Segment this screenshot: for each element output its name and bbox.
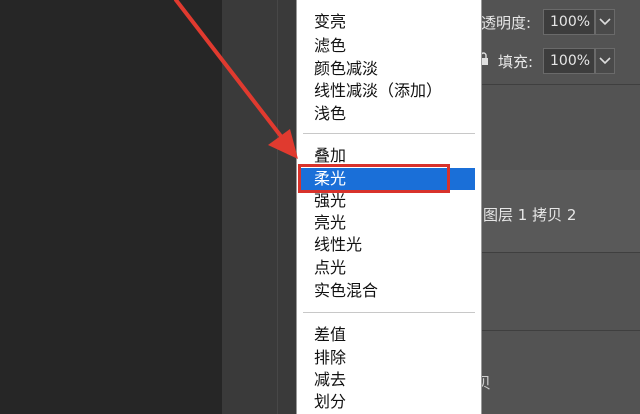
annotation-arrow-icon xyxy=(174,0,298,159)
